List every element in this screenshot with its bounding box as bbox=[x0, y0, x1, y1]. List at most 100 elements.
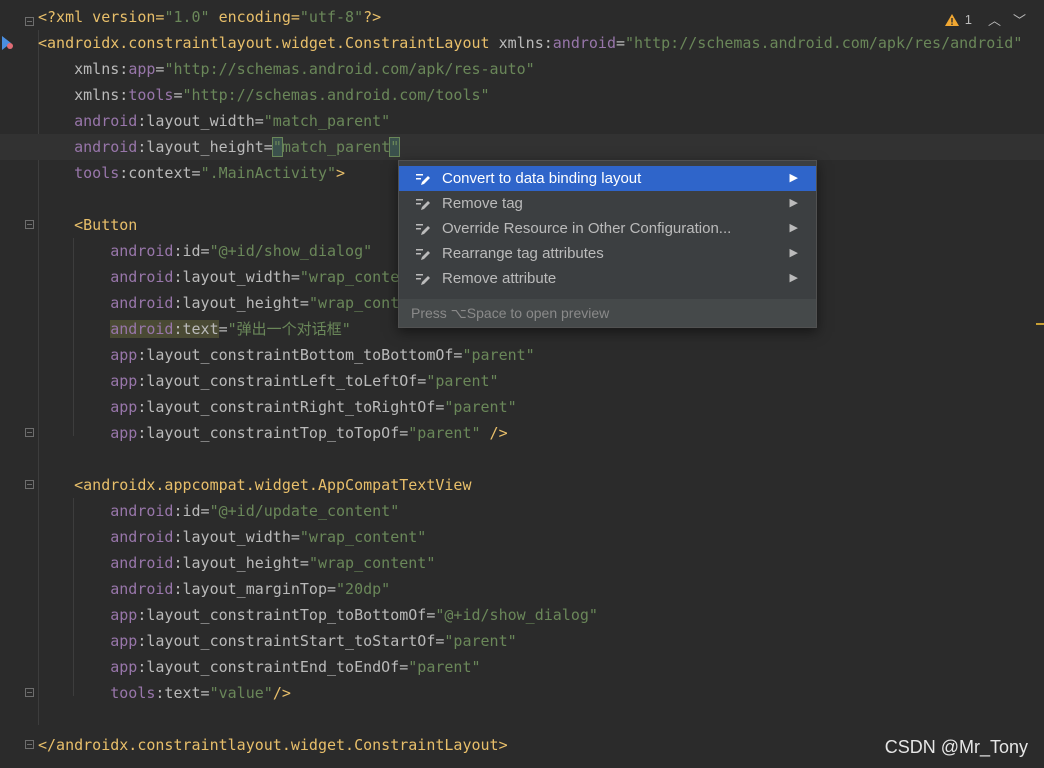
popup-menu-item-label: Rearrange tag attributes bbox=[442, 245, 604, 262]
fold-marker-icon[interactable] bbox=[25, 740, 34, 749]
quick-fix-pencil-icon bbox=[416, 174, 430, 185]
submenu-arrow-icon[interactable]: ▶ bbox=[790, 266, 798, 291]
code-line[interactable]: app:layout_constraintTop_toTopOf="parent… bbox=[38, 420, 507, 446]
code-token: tools bbox=[128, 86, 174, 104]
submenu-arrow-icon[interactable]: ▶ bbox=[790, 191, 798, 216]
code-token: "http://schemas.android.com/apk/res-auto… bbox=[164, 60, 535, 78]
code-line[interactable]: android:text="弹出一个对话框" bbox=[38, 316, 351, 342]
popup-menu-item[interactable]: Remove attribute ▶ bbox=[399, 266, 816, 291]
code-line[interactable]: android:layout_height="wrap_content" bbox=[38, 550, 435, 576]
quick-fix-pencil-icon bbox=[416, 249, 430, 260]
code-line[interactable]: android:layout_height="wrap_content" bbox=[38, 290, 435, 316]
chevron-up-icon[interactable]: ︿ bbox=[988, 10, 1001, 29]
code-token: </androidx.constraintlayout.widget.Const… bbox=[38, 736, 508, 754]
editor-gutter bbox=[0, 0, 38, 768]
code-token: :layout_height= bbox=[173, 294, 309, 312]
code-token: android bbox=[110, 502, 174, 520]
chevron-down-icon[interactable]: ﹀ bbox=[1013, 10, 1026, 29]
code-token: android bbox=[74, 138, 138, 156]
code-line[interactable]: tools:context=".MainActivity"> bbox=[38, 160, 345, 186]
code-token: ?> bbox=[363, 8, 382, 26]
scrollbar-warning-mark[interactable] bbox=[1036, 323, 1044, 325]
code-line[interactable]: android:layout_width="wrap_content" bbox=[38, 524, 426, 550]
code-token: "20dp" bbox=[336, 580, 391, 598]
submenu-arrow-icon[interactable]: ▶ bbox=[790, 216, 798, 241]
code-line[interactable]: <androidx.appcompat.widget.AppCompatText… bbox=[38, 472, 471, 498]
code-token: :layout_width= bbox=[173, 528, 300, 546]
code-line[interactable]: xmlns:app="http://schemas.android.com/ap… bbox=[38, 56, 535, 82]
fold-marker-icon[interactable] bbox=[25, 220, 34, 229]
popup-menu-item[interactable]: Convert to data binding layout ▶ bbox=[399, 166, 816, 191]
popup-menu-item[interactable]: Rearrange tag attributes ▶ bbox=[399, 241, 816, 266]
layout-preview-icon[interactable] bbox=[0, 34, 16, 52]
code-token: "utf-8" bbox=[299, 8, 364, 26]
code-line[interactable]: android:layout_height="match_parent" bbox=[0, 134, 1044, 160]
code-token: android bbox=[110, 268, 174, 286]
code-token: "http://schemas.android.com/tools" bbox=[182, 86, 490, 104]
code-token: "parent" bbox=[444, 632, 517, 650]
code-line[interactable]: tools:text="value"/> bbox=[38, 680, 291, 706]
code-line[interactable]: <Button bbox=[38, 212, 137, 238]
code-editor[interactable]: <?xml version="1.0" encoding="utf-8"?> <a… bbox=[0, 0, 1044, 768]
code-token: = bbox=[218, 320, 228, 338]
code-line[interactable]: android:id="@+id/show_dialog" bbox=[38, 238, 372, 264]
code-line[interactable]: app:layout_constraintStart_toStartOf="pa… bbox=[38, 628, 517, 654]
code-token: /> bbox=[272, 684, 291, 702]
code-token: :layout_constraintTop_toTopOf= bbox=[137, 424, 409, 442]
code-token: app bbox=[110, 632, 138, 650]
popup-menu-item[interactable]: Override Resource in Other Configuration… bbox=[399, 216, 816, 241]
code-token: android bbox=[110, 528, 174, 546]
code-line[interactable]: </androidx.constraintlayout.widget.Const… bbox=[38, 732, 508, 758]
warning-count: 1 bbox=[964, 12, 972, 27]
submenu-arrow-icon[interactable]: ▶ bbox=[790, 166, 798, 191]
code-token: app bbox=[110, 346, 138, 364]
code-token: > bbox=[336, 164, 346, 182]
submenu-arrow-icon[interactable]: ▶ bbox=[790, 241, 798, 266]
popup-footer-hint: Press ⌥Space to open preview bbox=[399, 299, 816, 327]
code-token: :id= bbox=[173, 242, 210, 260]
code-token: app bbox=[110, 372, 138, 390]
fold-marker-icon[interactable] bbox=[25, 428, 34, 437]
code-line[interactable]: <?xml version="1.0" encoding="utf-8"?> bbox=[38, 4, 381, 30]
code-token: xmlns: bbox=[498, 34, 553, 52]
code-line[interactable]: android:layout_marginTop="20dp" bbox=[38, 576, 390, 602]
code-line[interactable]: android:layout_width="wrap_content" bbox=[38, 264, 426, 290]
fold-marker-icon[interactable] bbox=[25, 17, 34, 26]
code-token: "wrap_content" bbox=[308, 554, 436, 572]
code-line[interactable]: app:layout_constraintEnd_toEndOf="parent… bbox=[38, 654, 480, 680]
fold-marker-icon[interactable] bbox=[25, 688, 34, 697]
inspections-widget[interactable]: 1 ︿ ﹀ bbox=[944, 10, 1026, 29]
code-line[interactable]: android:layout_width="match_parent" bbox=[38, 108, 390, 134]
popup-menu-item-label: Convert to data binding layout bbox=[442, 170, 642, 187]
code-token: = bbox=[173, 86, 183, 104]
code-token: <?xml version= bbox=[38, 8, 165, 26]
popup-menu-item[interactable]: Remove tag ▶ bbox=[399, 191, 816, 216]
code-line[interactable]: app:layout_constraintLeft_toLeftOf="pare… bbox=[38, 368, 498, 394]
code-line[interactable]: app:layout_constraintBottom_toBottomOf="… bbox=[38, 342, 534, 368]
code-line[interactable]: app:layout_constraintTop_toBottomOf="@+i… bbox=[38, 602, 598, 628]
code-token: android bbox=[110, 294, 174, 312]
code-token: :layout_width= bbox=[137, 112, 264, 130]
code-line[interactable]: xmlns:tools="http://schemas.android.com/… bbox=[38, 82, 490, 108]
code-line[interactable]: android:id="@+id/update_content" bbox=[38, 498, 399, 524]
code-token: "http://schemas.android.com/apk/res/andr… bbox=[625, 34, 1023, 52]
fold-marker-icon[interactable] bbox=[25, 480, 34, 489]
code-line[interactable]: app:layout_constraintRight_toRightOf="pa… bbox=[38, 394, 516, 420]
intention-actions-popup[interactable]: Press ⌥Space to open preview Convert to … bbox=[398, 160, 817, 328]
code-line[interactable]: <androidx.constraintlayout.widget.Constr… bbox=[38, 30, 1022, 56]
popup-menu-item-label: Remove attribute bbox=[442, 270, 557, 287]
code-token: :layout_height= bbox=[137, 138, 273, 156]
